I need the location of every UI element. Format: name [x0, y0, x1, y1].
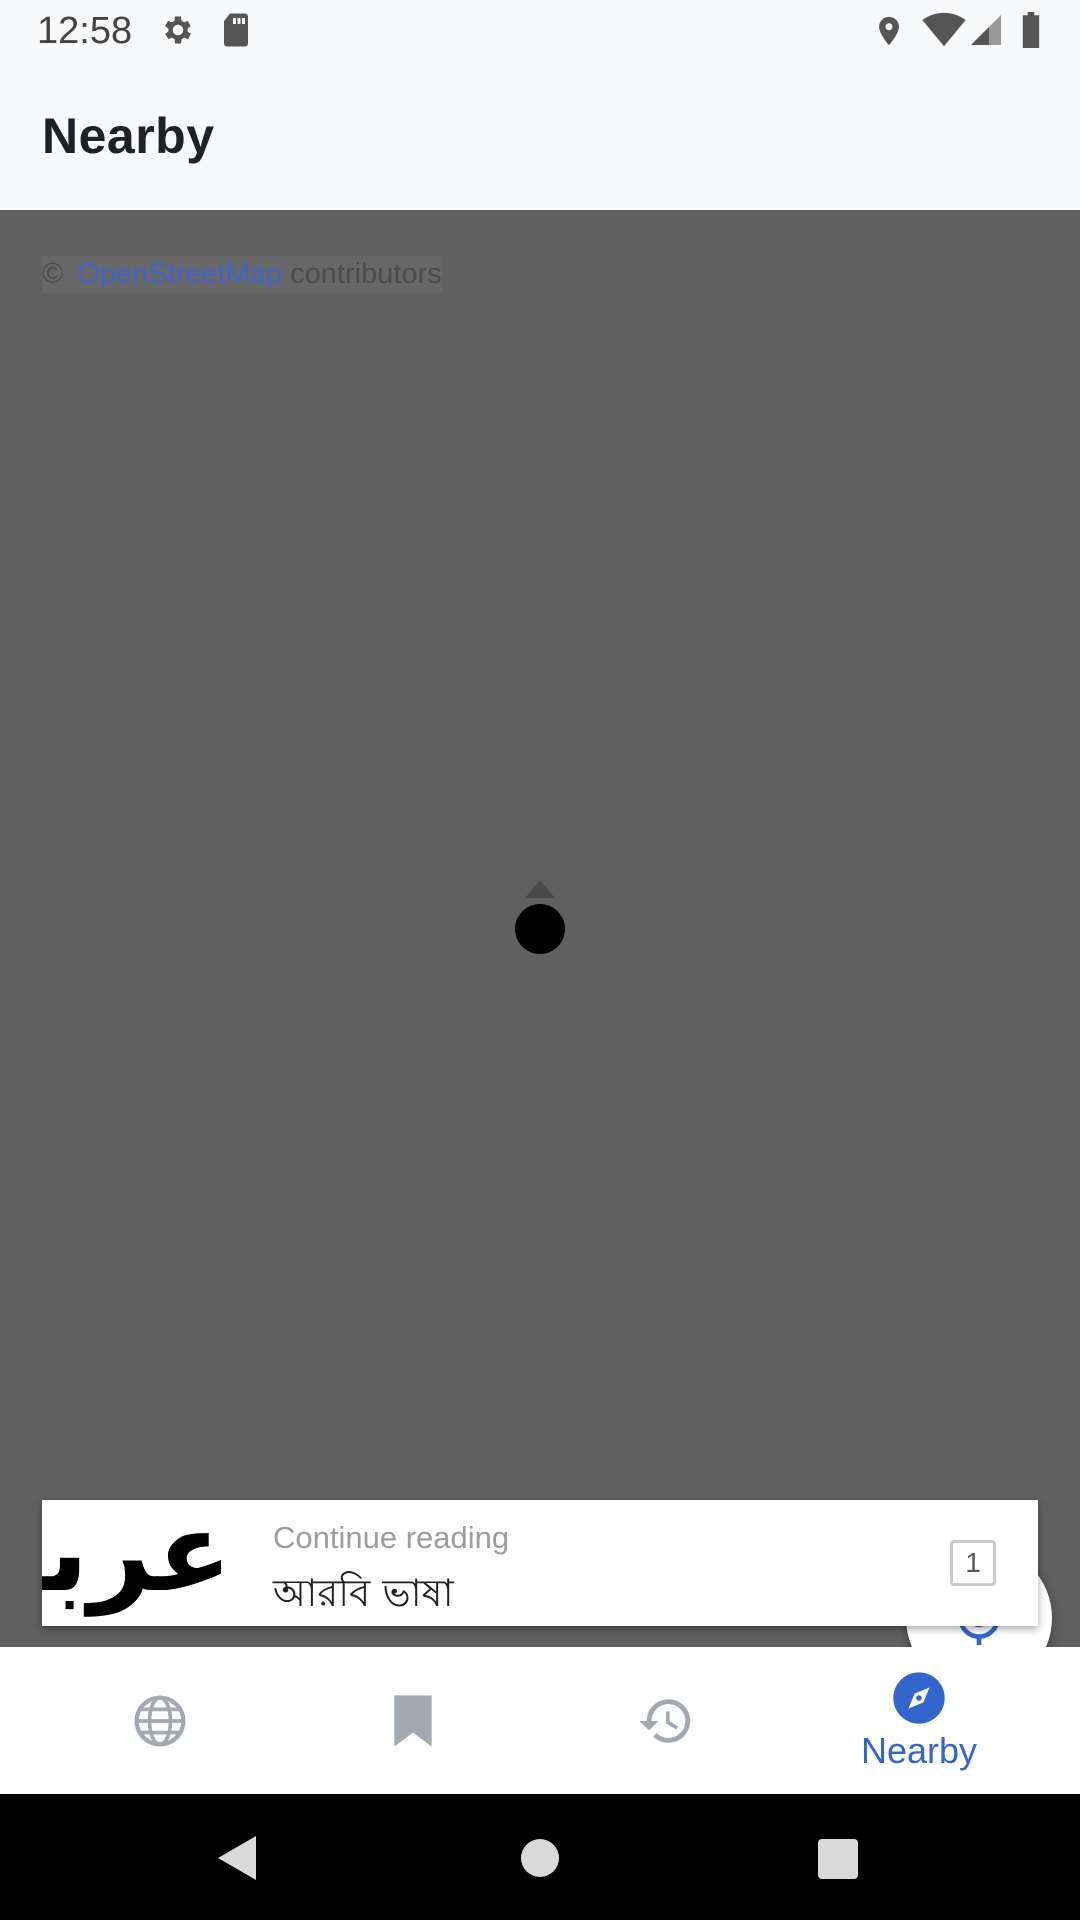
nav-explore[interactable]: [35, 1647, 285, 1794]
bookmark-icon: [394, 1694, 432, 1747]
signal-icon: [968, 12, 1004, 53]
attribution-contributors: contributors: [290, 258, 442, 290]
app-bar: Nearby: [0, 63, 1080, 210]
openstreetmap-link[interactable]: OpenStreetMap: [77, 258, 282, 290]
nav-nearby-label: Nearby: [860, 1729, 978, 1771]
wifi-icon: [922, 12, 966, 53]
thumbnail-text: عربية: [42, 1500, 232, 1616]
status-time: 12:58: [37, 10, 133, 52]
location-icon: [872, 12, 906, 55]
user-heading-arrow: [525, 880, 555, 898]
recents-button[interactable]: [818, 1839, 858, 1879]
sd-card-icon: [220, 12, 252, 53]
map-attribution: © OpenStreetMap contributors: [42, 256, 442, 293]
map-view[interactable]: © OpenStreetMap contributors عربية Contin…: [0, 210, 1080, 1647]
home-button[interactable]: [521, 1839, 559, 1877]
nav-saved[interactable]: [288, 1647, 538, 1794]
status-bar: 12:58: [0, 0, 1080, 63]
page-title: Nearby: [42, 108, 215, 164]
compass-icon: [893, 1671, 945, 1724]
system-navigation-bar: [0, 1794, 1080, 1920]
tab-count-badge[interactable]: 1: [950, 1540, 996, 1586]
battery-icon: [1020, 12, 1042, 53]
history-icon: [639, 1698, 691, 1743]
globe-icon: [134, 1695, 186, 1746]
settings-icon: [160, 12, 196, 53]
attribution-copyright: ©: [42, 258, 64, 290]
back-button[interactable]: [218, 1836, 256, 1880]
continue-reading-card[interactable]: عربية Continue reading আরবি ভাষা 1: [42, 1500, 1038, 1626]
article-title: আরবি ভাষা: [273, 1571, 454, 1615]
continue-reading-label: Continue reading: [273, 1520, 510, 1555]
nav-nearby[interactable]: Nearby: [794, 1647, 1044, 1794]
article-thumbnail: عربية: [42, 1500, 232, 1626]
bottom-navigation: Nearby: [0, 1647, 1080, 1794]
user-location-marker: [515, 904, 565, 954]
nav-history[interactable]: [541, 1647, 791, 1794]
